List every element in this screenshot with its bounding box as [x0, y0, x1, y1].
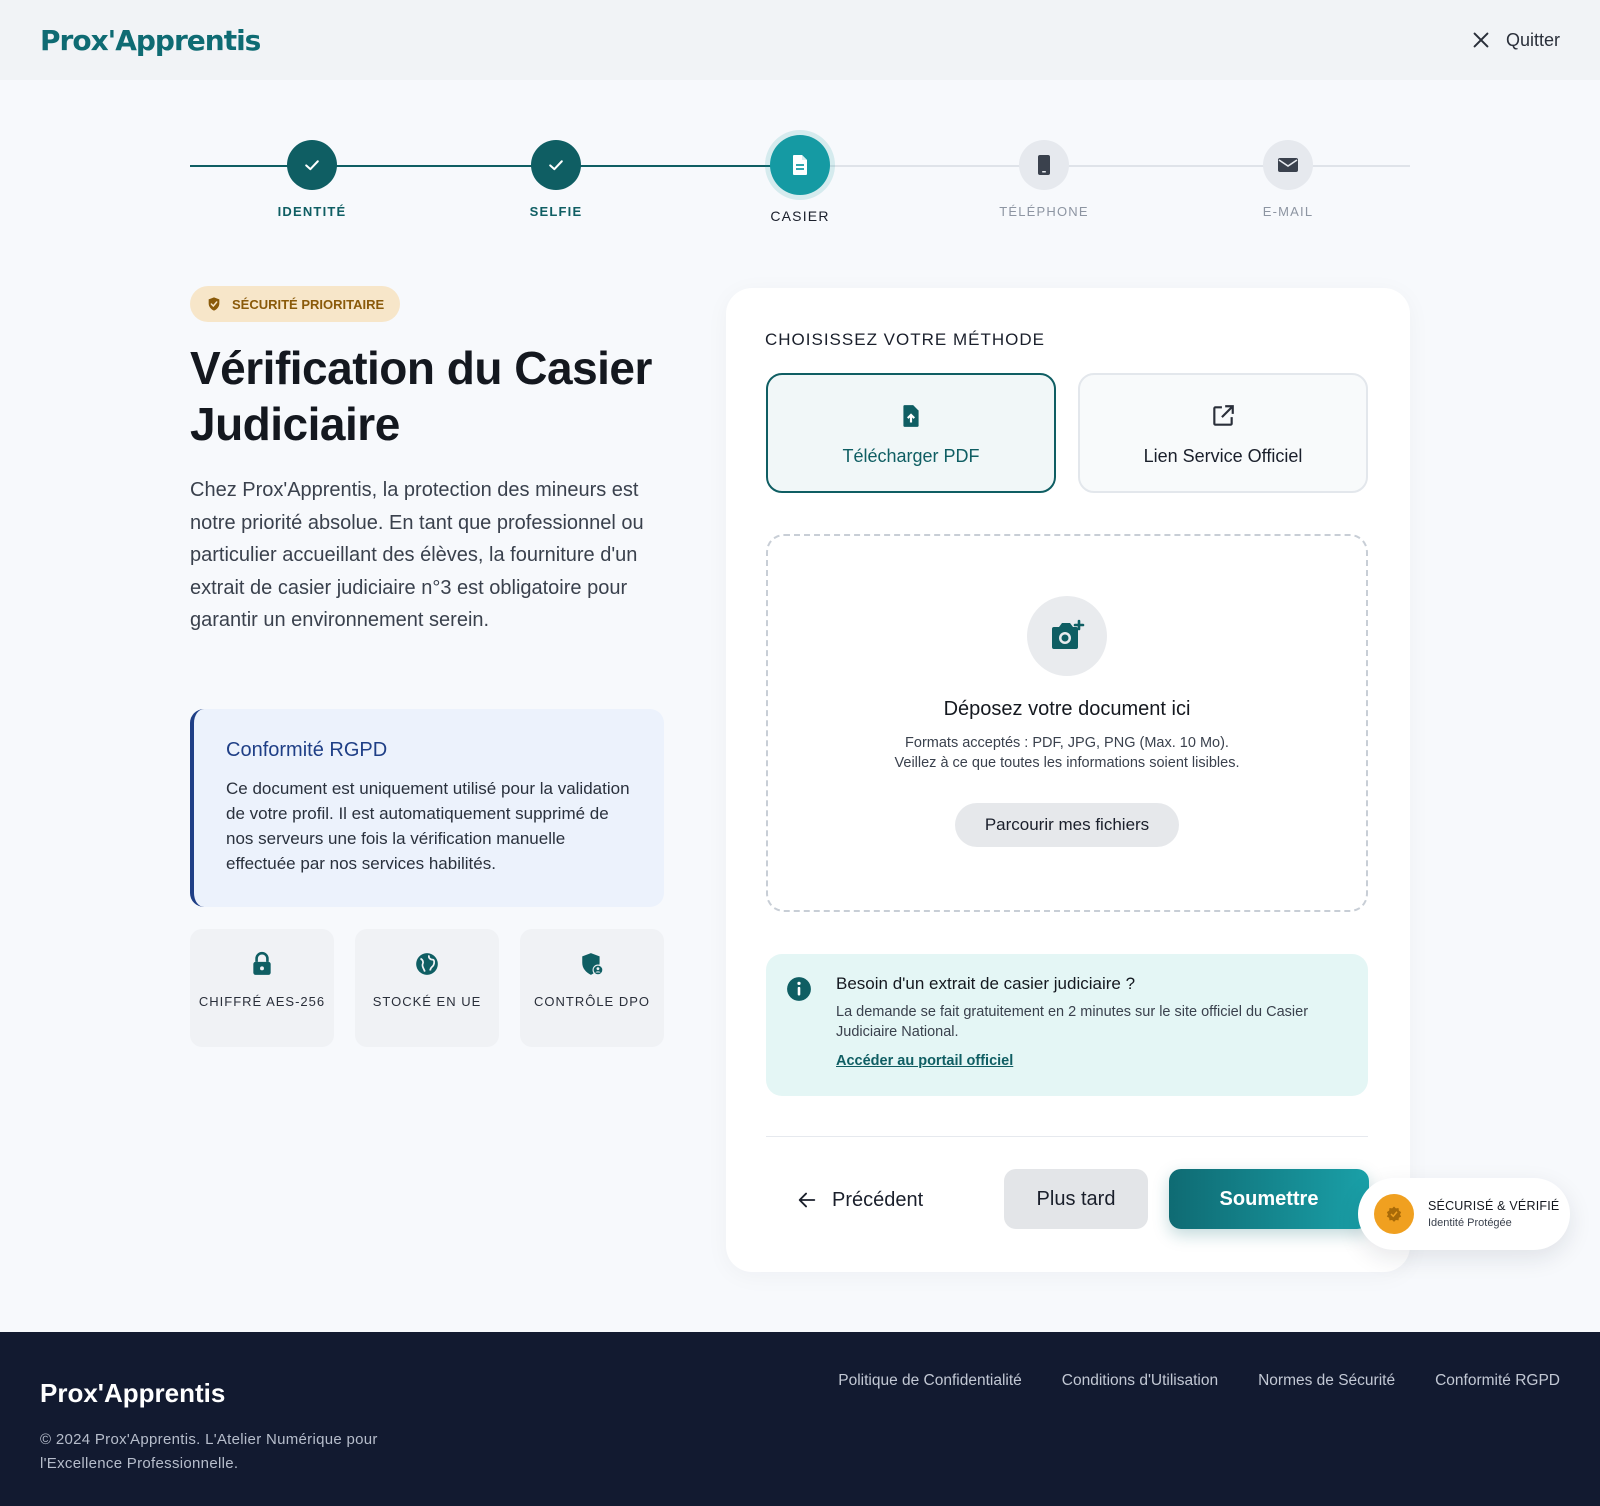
info-title: Besoin d'un extrait de casier judiciaire… [836, 974, 1136, 993]
legibility-text: Veillez à ce que toutes les informations… [894, 755, 1240, 771]
feature-storage: STOCKÉ EN UE [355, 929, 499, 1047]
badge-label: SÉCURITÉ PRIORITAIRE [232, 296, 385, 312]
shield-check-icon [208, 297, 220, 311]
quit-button[interactable]: Quitter [1470, 29, 1560, 51]
footer: Prox'Apprentis © 2024 Prox'Apprentis. L'… [0, 1332, 1600, 1506]
previous-label: Précédent [832, 1188, 924, 1211]
secure-verified-badge: SÉCURISÉ & VÉRIFIÉ Identité Protégée [1358, 1178, 1570, 1250]
close-icon [1473, 32, 1489, 48]
lock-icon [253, 951, 271, 975]
page-title: Vérification du Casier Judiciaire [190, 342, 652, 450]
phone-icon [1019, 140, 1069, 190]
step-email[interactable]: E-MAIL [1228, 135, 1348, 219]
choose-method-label: CHOISISSEZ VOTRE MÉTHODE [765, 330, 1045, 349]
footer-brand: Prox'Apprentis [40, 1378, 226, 1408]
dropzone-title: Déposez votre document ici [943, 698, 1191, 720]
secure-badge-subtitle: Identité Protégée [1428, 1217, 1512, 1229]
feature-encryption: CHIFFRÉ AES-256 [190, 929, 334, 1047]
step-identite[interactable]: IDENTITÉ [252, 135, 372, 219]
step-selfie[interactable]: SELFIE [496, 135, 616, 219]
priority-badge: SÉCURITÉ PRIORITAIRE [190, 286, 401, 322]
globe-icon [416, 953, 438, 975]
file-dropzone[interactable]: Déposez votre document ici Formats accep… [766, 534, 1368, 912]
browse-files-button[interactable]: Parcourir mes fichiers [954, 803, 1180, 847]
footer-link-rgpd[interactable]: Conformité RGPD [1435, 1372, 1560, 1390]
step-label: IDENTITÉ [277, 204, 347, 219]
feature-label: STOCKÉ EN UE [372, 994, 482, 1009]
info-text: La demande se fait gratuitement en 2 min… [836, 1004, 1309, 1040]
method-official-link[interactable]: Lien Service Officiel [1078, 373, 1368, 493]
submit-button[interactable]: Soumettre [1169, 1169, 1369, 1229]
step-telephone[interactable]: TÉLÉPHONE [984, 135, 1104, 219]
rgpd-title: Conformité RGPD [226, 739, 388, 761]
arrow-left-icon [798, 1192, 816, 1208]
check-icon [287, 140, 337, 190]
official-portal-link[interactable]: Accéder au portail officiel [836, 1053, 1013, 1069]
later-button[interactable]: Plus tard [1004, 1169, 1148, 1229]
step-label: E-MAIL [1262, 204, 1314, 219]
progress-stepper: IDENTITÉ SELFIE CASIER TÉLÉPHONE E-MAIL [190, 135, 1410, 235]
brand-logo[interactable]: Prox'Apprentis [40, 24, 261, 57]
secure-badge-text: SÉCURISÉ & VÉRIFIÉ Identité Protégée [1428, 1199, 1559, 1229]
secure-badge-title: SÉCURISÉ & VÉRIFIÉ [1428, 1199, 1560, 1213]
feature-label: CHIFFRÉ AES-256 [198, 994, 326, 1009]
method-label: Télécharger PDF [842, 446, 980, 466]
feature-dpo: CONTRÔLE DPO [520, 929, 664, 1047]
file-upload-icon [903, 405, 919, 427]
footer-copyright: © 2024 Prox'Apprentis. L'Atelier Numériq… [40, 1431, 378, 1472]
step-casier[interactable]: CASIER [740, 135, 860, 224]
step-label: SELFIE [529, 204, 583, 219]
formats-text: Formats acceptés : PDF, JPG, PNG (Max. 1… [905, 735, 1229, 751]
rgpd-notice: Conformité RGPD Ce document est uniqueme… [190, 709, 664, 907]
quit-label: Quitter [1505, 29, 1560, 50]
feature-label: CONTRÔLE DPO [533, 994, 650, 1009]
divider [766, 1136, 1368, 1137]
step-label: TÉLÉPHONE [999, 204, 1089, 219]
step-label: CASIER [770, 208, 830, 224]
footer-link-privacy[interactable]: Politique de Confidentialité [838, 1372, 1022, 1390]
top-header: Prox'Apprentis Quitter [0, 0, 1600, 80]
check-icon [531, 140, 581, 190]
dropzone-hint: Formats acceptés : PDF, JPG, PNG (Max. 1… [768, 733, 1366, 773]
mail-icon [1263, 140, 1313, 190]
method-label: Lien Service Officiel [1143, 446, 1303, 466]
footer-links: Politique de Confidentialité Conditions … [838, 1372, 1560, 1390]
info-icon [787, 977, 811, 1001]
rgpd-text: Ce document est uniquement utilisé pour … [226, 779, 630, 873]
intro-text: Chez Prox'Apprentis, la protection des m… [190, 479, 644, 631]
document-icon [770, 135, 830, 195]
method-upload-pdf[interactable]: Télécharger PDF [766, 373, 1056, 493]
camera-add-icon [1027, 596, 1107, 676]
external-link-icon [1213, 405, 1234, 426]
shield-user-icon [582, 953, 604, 976]
info-banner: Besoin d'un extrait de casier judiciaire… [766, 954, 1368, 1096]
footer-link-security[interactable]: Normes de Sécurité [1258, 1372, 1395, 1390]
footer-link-terms[interactable]: Conditions d'Utilisation [1062, 1372, 1218, 1390]
previous-button[interactable]: Précédent [796, 1172, 923, 1228]
verified-seal-icon [1374, 1194, 1414, 1234]
